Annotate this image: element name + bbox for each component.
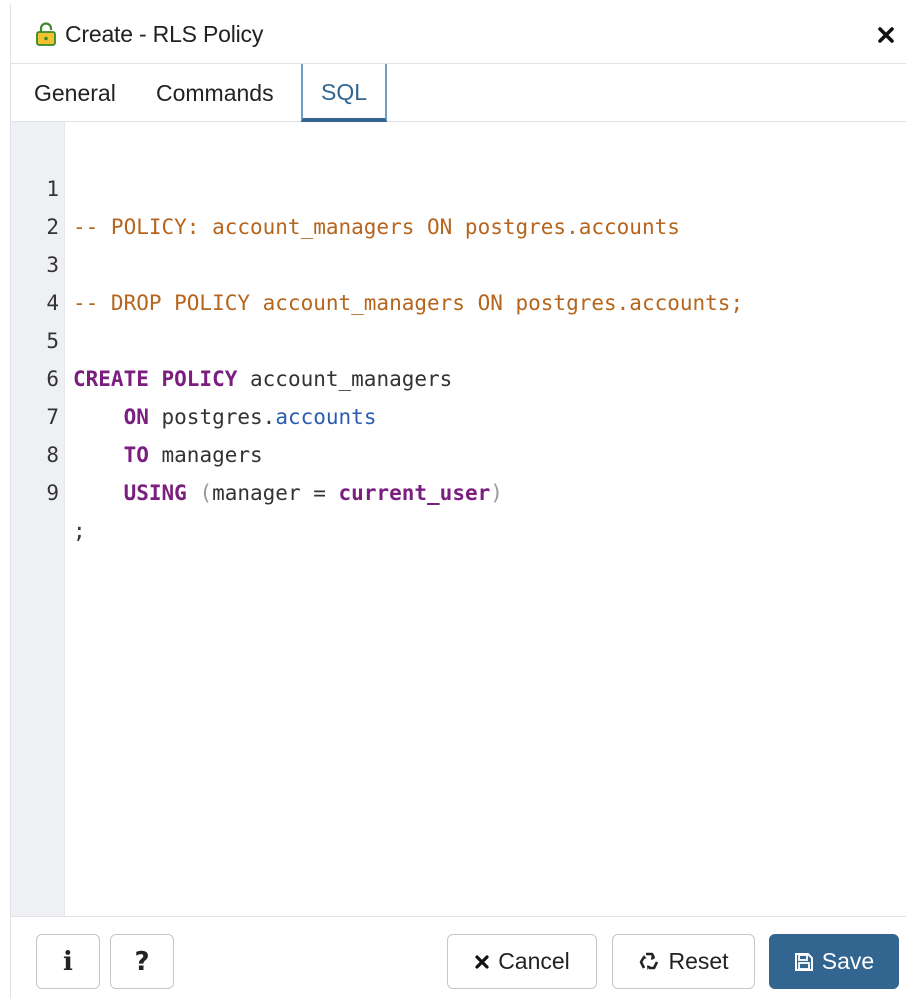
code-text: USING (manager = current_user)	[73, 474, 503, 512]
help-button[interactable]: ?	[110, 934, 174, 989]
sql-table-name: accounts	[275, 405, 377, 429]
code-line: 9 ;	[11, 436, 87, 543]
save-button-label: Save	[821, 948, 875, 974]
reset-button[interactable]: Reset	[612, 934, 755, 989]
dialog-header: Create - RLS Policy	[11, 4, 906, 64]
cancel-button[interactable]: Cancel	[447, 934, 597, 989]
sql-keyword: TO	[123, 443, 149, 467]
sql-function: current_user	[338, 481, 491, 505]
code-line: 3 -- DROP POLICY account_managers ON pos…	[11, 208, 743, 315]
code-text: ;	[73, 519, 86, 543]
sql-editor[interactable]: 1 -- POLICY: account_managers ON postgre…	[11, 122, 906, 916]
help-icon: ?	[134, 946, 150, 977]
tab-commands[interactable]: Commands	[155, 64, 275, 122]
code-line: 7 TO managers	[11, 360, 262, 467]
code-text: ON postgres.accounts	[73, 398, 377, 436]
line-number: 9	[46, 481, 59, 505]
sql-identifier: manager =	[212, 481, 339, 505]
create-rls-policy-dialog: Create - RLS Policy General Commands SQL…	[10, 4, 906, 998]
tab-general[interactable]: General	[33, 64, 117, 122]
sql-keyword: USING	[123, 481, 187, 505]
code-line: 5 CREATE POLICY account_managers	[11, 284, 452, 391]
cancel-button-label: Cancel	[498, 948, 570, 974]
code-line: 6 ON postgres.accounts	[11, 322, 376, 429]
floppy-disk-icon	[794, 952, 814, 972]
code-line: 2	[11, 170, 87, 239]
close-icon[interactable]	[873, 22, 899, 48]
tab-sql[interactable]: SQL	[301, 64, 387, 122]
info-icon: i	[63, 946, 73, 977]
sql-comment: -- DROP POLICY account_managers ON postg…	[73, 291, 744, 315]
sql-comment: -- POLICY: account_managers ON postgres.…	[73, 215, 680, 239]
info-button[interactable]: i	[36, 934, 100, 989]
code-line: 1 -- POLICY: account_managers ON postgre…	[11, 132, 680, 239]
dialog-title: Create - RLS Policy	[65, 21, 264, 47]
reset-button-label: Reset	[668, 948, 729, 974]
code-line: 8 USING (manager = current_user)	[11, 398, 503, 505]
close-icon	[474, 954, 490, 970]
tab-bar: General Commands SQL	[11, 64, 906, 122]
sql-paren: (	[186, 481, 213, 505]
lock-icon	[35, 22, 57, 46]
code-text: TO managers	[73, 436, 263, 474]
recycle-icon	[638, 951, 660, 973]
code-line: 4	[11, 246, 87, 315]
sql-paren: )	[490, 481, 503, 505]
sql-identifier: managers	[148, 443, 263, 467]
dialog-footer: i ? Cancel Reset Save	[11, 916, 906, 998]
save-button[interactable]: Save	[769, 934, 899, 989]
sql-identifier: account_managers	[237, 367, 453, 391]
code-text: CREATE POLICY account_managers	[73, 360, 452, 398]
sql-keyword: CREATE POLICY	[73, 367, 238, 391]
sql-keyword: ON	[123, 405, 149, 429]
sql-identifier: postgres.	[148, 405, 276, 429]
